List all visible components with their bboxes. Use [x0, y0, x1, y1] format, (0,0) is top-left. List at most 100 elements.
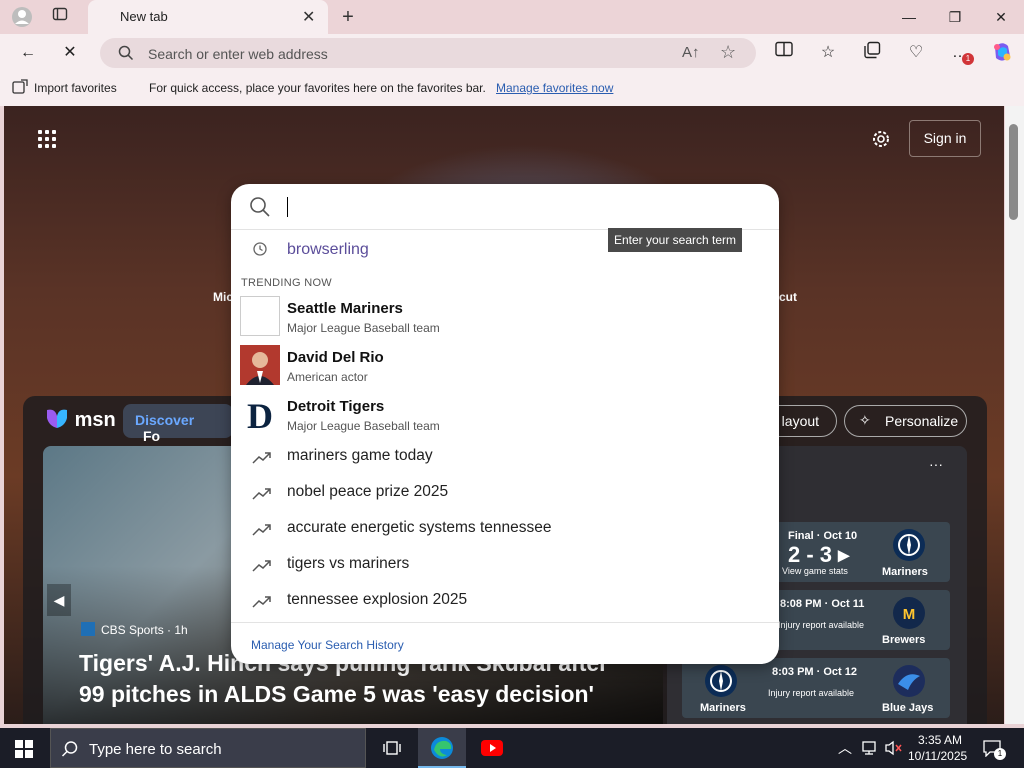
- windows-start-icon[interactable]: [15, 740, 33, 758]
- msn-logo-text: msn: [74, 409, 116, 431]
- apps-grid-icon[interactable]: [38, 130, 60, 152]
- page-scrollbar-thumb[interactable]: [1009, 124, 1018, 220]
- navigation-bar: ← ✕ Search or enter web address A↑ ☆ ☆ ♡…: [0, 34, 1024, 72]
- quick-link-partial-left[interactable]: Mic: [213, 290, 233, 304]
- taskbar-search-box[interactable]: Type here to search: [50, 728, 366, 768]
- favorites-icon[interactable]: ☆: [816, 41, 840, 65]
- taskbar-search-placeholder: Type here to search: [89, 741, 222, 758]
- address-bar[interactable]: Search or enter web address A↑ ☆: [100, 38, 756, 68]
- dropdown-footer: Manage Your Search History: [231, 622, 779, 664]
- personalize-label: Personalize: [885, 413, 959, 429]
- trending-suggestion-text: nobel peace prize 2025: [287, 483, 449, 500]
- trending-now-heading: TRENDING NOW: [241, 277, 332, 289]
- hero-source[interactable]: CBS Sports · 1h: [81, 622, 188, 637]
- notification-badge: 1: [962, 53, 974, 65]
- back-button[interactable]: ←: [16, 41, 40, 65]
- taskbar-clock-date[interactable]: 10/11/2025: [908, 749, 967, 763]
- trending-arrow-icon: [252, 452, 271, 464]
- search-icon: [250, 197, 270, 217]
- tab-actions-icon[interactable]: [48, 6, 72, 28]
- import-favorites-button[interactable]: Import favorites: [34, 81, 117, 95]
- entity-name: David Del Rio: [287, 349, 384, 366]
- trending-arrow-icon: [252, 524, 271, 536]
- favorites-bar: Import favorites For quick access, place…: [0, 72, 1024, 106]
- game-status: 8:08 PM · Oct 11: [780, 598, 865, 610]
- blue-jays-logo-icon: [893, 665, 925, 697]
- tab-title: New tab: [120, 9, 168, 24]
- collections-icon[interactable]: [860, 41, 884, 65]
- personalize-button[interactable]: ✧ Personalize: [844, 405, 967, 437]
- trending-suggestion[interactable]: mariners game today: [251, 446, 751, 468]
- entity-desc: Major League Baseball team: [287, 419, 440, 433]
- split-screen-icon[interactable]: [772, 41, 796, 65]
- title-bar: New tab ✕ + — ❐ ✕: [0, 0, 1024, 34]
- manage-favorites-link[interactable]: Manage favorites now: [496, 81, 613, 95]
- browser-essentials-icon[interactable]: ♡: [904, 41, 928, 65]
- copilot-icon[interactable]: [990, 41, 1014, 65]
- game-right-team: Blue Jays: [882, 702, 934, 714]
- broken-image-icon: [240, 296, 280, 336]
- trending-suggestion[interactable]: nobel peace prize 2025: [251, 482, 751, 504]
- profile-avatar-icon[interactable]: [10, 6, 34, 28]
- brewers-logo-icon: M: [893, 597, 925, 629]
- history-suggestion-text: browserling: [287, 241, 369, 258]
- entity-desc: American actor: [287, 370, 368, 384]
- network-icon[interactable]: [862, 740, 880, 756]
- game-subinfo: Injury report available: [778, 620, 865, 630]
- search-input[interactable]: [231, 184, 779, 230]
- restore-button[interactable]: ❐: [932, 4, 978, 30]
- stop-loading-button[interactable]: ✕: [58, 41, 82, 65]
- game-stats-link[interactable]: View game stats: [782, 566, 848, 576]
- hero-source-name: CBS Sports: [101, 623, 164, 637]
- trending-arrow-icon: [252, 596, 271, 608]
- tigers-logo-icon: D: [247, 396, 273, 434]
- entity-suggestion[interactable]: David Del Rio American actor: [240, 345, 740, 385]
- favorite-star-icon[interactable]: ☆: [720, 42, 736, 63]
- youtube-taskbar-icon[interactable]: [468, 728, 516, 768]
- entity-suggestion[interactable]: Seattle Mariners Major League Baseball t…: [240, 296, 740, 336]
- sign-in-button[interactable]: Sign in: [909, 120, 981, 157]
- entity-name: Seattle Mariners: [287, 300, 403, 317]
- favorites-bar-message: For quick access, place your favorites h…: [149, 81, 486, 95]
- show-hidden-icons-chevron-icon[interactable]: ︿: [838, 738, 852, 758]
- search-icon: [61, 741, 78, 757]
- tab-new-tab[interactable]: New tab ✕: [88, 0, 328, 34]
- task-view-icon[interactable]: [368, 728, 416, 768]
- game-right-team: Mariners: [882, 566, 928, 578]
- game-status: Final · Oct 10: [788, 530, 858, 542]
- read-aloud-icon[interactable]: A↑: [682, 44, 700, 61]
- game-row[interactable]: Mariners 8:03 PM · Oct 12 Injury report …: [682, 658, 950, 718]
- sports-more-options-icon[interactable]: ···: [929, 456, 943, 472]
- import-favorites-icon[interactable]: [12, 79, 28, 98]
- trending-arrow-icon: [252, 560, 271, 572]
- entity-suggestion[interactable]: D Detroit Tigers Major League Baseball t…: [240, 394, 740, 434]
- text-caret: [287, 197, 288, 217]
- taskbar-clock-time[interactable]: 3:35 AM: [918, 733, 962, 747]
- notification-count-badge: 1: [994, 748, 1006, 760]
- game-subinfo: Injury report available: [768, 688, 855, 698]
- quick-link-partial-right[interactable]: cut: [779, 290, 797, 304]
- trending-suggestion-text: tennessee explosion 2025: [287, 591, 468, 608]
- tab-discover[interactable]: Discover Fo: [123, 404, 233, 444]
- manage-search-history-link[interactable]: Manage Your Search History: [251, 638, 404, 652]
- edge-taskbar-icon[interactable]: [418, 728, 466, 768]
- search-icon: [118, 45, 134, 61]
- carousel-prev-button[interactable]: ◀: [47, 584, 71, 616]
- trending-suggestion-text: tigers vs mariners: [287, 555, 410, 572]
- new-tab-icon[interactable]: +: [336, 6, 360, 28]
- trending-arrow-icon: [252, 488, 271, 500]
- close-tab-icon[interactable]: ✕: [302, 7, 315, 27]
- msn-logo[interactable]: msn: [45, 408, 116, 432]
- game-score: 2 - 3 ▸: [788, 542, 850, 567]
- cbs-sports-logo-icon: [81, 622, 95, 636]
- close-window-button[interactable]: ✕: [978, 4, 1024, 30]
- tab-following-partial[interactable]: Fo: [143, 428, 160, 444]
- trending-suggestion[interactable]: accurate energetic systems tennessee: [251, 518, 751, 540]
- entity-desc: Major League Baseball team: [287, 321, 440, 335]
- volume-muted-icon[interactable]: [884, 740, 904, 756]
- trending-suggestion[interactable]: tigers vs mariners: [251, 554, 751, 576]
- trending-suggestion[interactable]: tennessee explosion 2025: [251, 590, 751, 612]
- page-settings-gear-icon[interactable]: [870, 128, 892, 150]
- hero-age: 1h: [174, 623, 188, 637]
- minimize-button[interactable]: —: [886, 4, 932, 30]
